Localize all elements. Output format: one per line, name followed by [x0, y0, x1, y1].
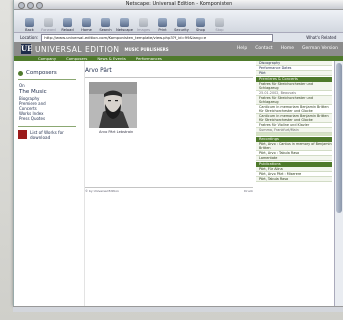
contact-link[interactable]: Contact — [255, 42, 273, 56]
part-link[interactable]: Pärt — [256, 71, 332, 76]
print-button[interactable]: Print — [155, 12, 170, 32]
site-header: UE UNIVERSAL EDITION MUSIC PUBLISHERS He… — [14, 42, 343, 56]
back-icon — [25, 18, 34, 27]
sidebar-music-heading: The Music — [19, 89, 47, 95]
photo-caption[interactable]: Arvo Pärt Lebstrain — [99, 130, 253, 134]
page-title: Arvo Pärt — [85, 68, 112, 74]
list-item[interactable]: Lamentate — [256, 156, 332, 161]
page-footer: © by Universal Edition Druck — [85, 187, 253, 193]
netscape-button[interactable]: Netscape — [116, 12, 133, 32]
reload-icon — [63, 18, 72, 27]
document-icon — [18, 130, 27, 139]
german-version-link[interactable]: German Version — [302, 42, 338, 56]
lock-icon — [177, 18, 186, 27]
composers-heading: Composers — [18, 70, 80, 76]
security-button[interactable]: Security — [174, 12, 189, 32]
brand-tagline: MUSIC PUBLISHERS — [124, 46, 169, 52]
browser-window: Netscape: Universal Edition - Komponiste… — [13, 0, 343, 306]
sidebar-link-press[interactable]: Press Quotes — [19, 116, 80, 121]
search-icon — [101, 18, 110, 27]
home-link[interactable]: Home — [281, 42, 294, 56]
window-title: Netscape: Universal Edition - Komponiste… — [125, 1, 233, 7]
list-item[interactable]: Canticum in memoriam Benjamin Britten fü… — [256, 105, 332, 114]
reload-button[interactable]: Reload — [60, 12, 75, 32]
forward-button[interactable]: Forward — [41, 12, 56, 32]
print-icon — [158, 18, 167, 27]
images-icon — [139, 18, 148, 27]
list-item[interactable]: Fratres für Streichorchester und Schlagz… — [256, 96, 332, 105]
shop-button[interactable]: Shop — [193, 12, 208, 32]
main-content: Arvo Pärt Arvo Pärt Lebstrain © by Unive… — [84, 61, 253, 306]
home-button[interactable]: Home — [79, 12, 94, 32]
sidebar-link-intro[interactable]: On — [19, 83, 80, 88]
top-links: Help Contact Home German Version — [237, 42, 338, 56]
whats-related-button[interactable]: What's Related — [306, 35, 336, 40]
home-icon — [82, 18, 91, 27]
ue-logo[interactable]: UE — [21, 44, 32, 54]
copyright-text: © by Universal Edition — [85, 189, 119, 193]
help-link[interactable]: Help — [237, 42, 247, 56]
forward-icon — [44, 18, 53, 27]
images-button[interactable]: Images — [136, 12, 151, 32]
title-bar: Netscape: Universal Edition - Komponiste… — [14, 0, 343, 10]
list-item[interactable]: Fratres für Streichorchester und Schlagz… — [256, 82, 332, 91]
shop-icon — [196, 18, 205, 27]
back-button[interactable]: Back — [22, 12, 37, 32]
left-sidebar: Composers On The Music Biography Premier… — [14, 61, 80, 306]
netscape-icon — [120, 18, 129, 27]
bullet-icon — [18, 70, 23, 76]
list-item[interactable]: Canticum in memoriam Benjamin Britten fü… — [256, 114, 332, 123]
divider — [18, 79, 76, 80]
navigation-toolbar: Back Forward Reload Home Search Netscape… — [14, 10, 343, 33]
list-item[interactable]: Pärt, Arvo : Cantus in memory of Benjami… — [256, 142, 332, 151]
composer-photo — [89, 82, 137, 128]
vertical-scrollbar[interactable] — [334, 61, 343, 306]
web-page: UE UNIVERSAL EDITION MUSIC PUBLISHERS He… — [14, 42, 343, 306]
divider — [85, 77, 253, 78]
list-of-works-download[interactable]: List of Works for download — [18, 126, 76, 140]
url-field[interactable]: http://www.universal-edition.com/Komponi… — [41, 33, 274, 42]
stop-button[interactable]: Stop — [212, 12, 227, 32]
brand-name: UNIVERSAL EDITION — [35, 44, 120, 54]
status-bar — [13, 306, 343, 312]
list-of-works-label: List of Works for download — [30, 130, 64, 140]
right-sidebar: Discography Performance Dates Pärt Premi… — [256, 61, 332, 306]
print-link[interactable]: Druck — [244, 189, 253, 193]
portrait-image — [89, 82, 137, 128]
stop-icon — [215, 18, 224, 27]
search-button[interactable]: Search — [98, 12, 113, 32]
list-item[interactable]: Pärt, Tabula Rasa — [256, 177, 332, 182]
divider — [256, 133, 332, 136]
location-label: Location: — [20, 35, 39, 40]
scrollbar-thumb[interactable] — [336, 63, 342, 213]
